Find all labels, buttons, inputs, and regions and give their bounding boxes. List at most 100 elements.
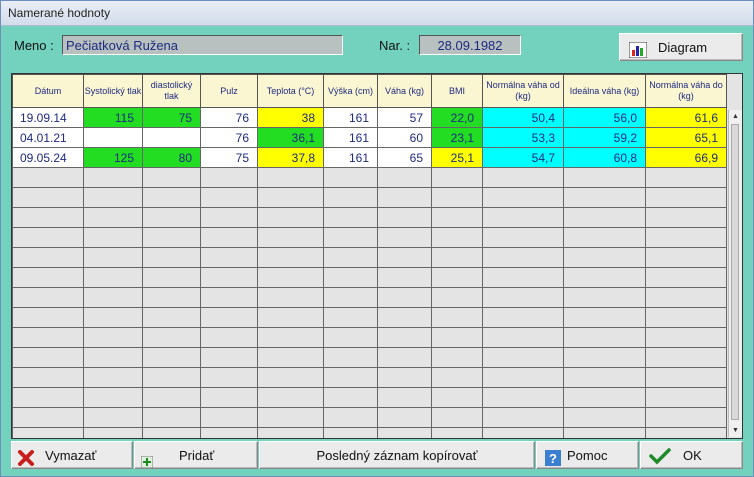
table-row[interactable]	[12, 387, 727, 408]
table-cell[interactable]	[377, 287, 432, 308]
table-cell[interactable]	[377, 307, 432, 328]
table-cell[interactable]	[377, 207, 432, 228]
table-cell[interactable]	[12, 407, 84, 428]
table-cell[interactable]	[645, 327, 727, 348]
table-cell[interactable]: 65,1	[645, 127, 727, 148]
ok-button[interactable]: OK	[640, 441, 743, 469]
table-cell[interactable]: 76	[200, 107, 258, 128]
table-cell[interactable]	[645, 427, 727, 438]
table-cell[interactable]	[83, 307, 143, 328]
table-cell[interactable]: 19.09.14	[12, 107, 84, 128]
table-cell[interactable]	[645, 347, 727, 368]
table-row[interactable]: 04.01.21 76 36,1 161 60 23,1 53,3 59,2 65,1	[12, 127, 727, 148]
table-cell[interactable]	[200, 247, 258, 268]
table-cell[interactable]	[563, 287, 646, 308]
table-cell[interactable]	[645, 387, 727, 408]
table-cell[interactable]: 04.01.21	[12, 127, 84, 148]
table-cell[interactable]	[431, 287, 483, 308]
table-cell[interactable]	[563, 327, 646, 348]
table-cell[interactable]	[83, 227, 143, 248]
table-row[interactable]	[12, 267, 727, 288]
diagram-button[interactable]: Diagram	[619, 33, 743, 61]
table-cell[interactable]	[257, 287, 324, 308]
table-cell[interactable]	[431, 407, 483, 428]
table-cell[interactable]	[142, 187, 201, 208]
table-cell[interactable]	[563, 407, 646, 428]
table-cell[interactable]: 37,8	[257, 147, 324, 168]
table-cell[interactable]	[200, 187, 258, 208]
column-header[interactable]: Systolický tlak	[83, 74, 143, 108]
table-row[interactable]	[12, 327, 727, 348]
column-header[interactable]: Dátum	[12, 74, 84, 108]
measurements-grid[interactable]: Dátum Systolický tlak diastolický tlak Pulz…	[11, 73, 743, 439]
table-cell[interactable]: 59,2	[563, 127, 646, 148]
table-cell[interactable]	[377, 327, 432, 348]
table-cell[interactable]	[12, 267, 84, 288]
table-cell[interactable]	[257, 207, 324, 228]
table-cell[interactable]	[563, 427, 646, 438]
table-cell[interactable]	[323, 307, 378, 328]
table-cell[interactable]	[563, 247, 646, 268]
table-cell[interactable]	[323, 287, 378, 308]
table-cell[interactable]	[12, 167, 84, 188]
table-cell[interactable]	[12, 347, 84, 368]
table-cell[interactable]	[83, 247, 143, 268]
table-cell[interactable]: 50,4	[482, 107, 564, 128]
table-cell[interactable]	[431, 267, 483, 288]
table-cell[interactable]	[257, 267, 324, 288]
table-cell[interactable]	[83, 367, 143, 388]
table-cell[interactable]: 60	[377, 127, 432, 148]
table-cell[interactable]	[200, 307, 258, 328]
table-cell[interactable]: 53,3	[482, 127, 564, 148]
table-cell[interactable]: 115	[83, 107, 143, 128]
table-cell[interactable]	[142, 387, 201, 408]
table-cell[interactable]	[645, 227, 727, 248]
table-cell[interactable]	[323, 387, 378, 408]
table-cell[interactable]	[142, 287, 201, 308]
scroll-down-arrow-icon[interactable]: ▼	[730, 425, 741, 436]
column-header[interactable]: Ideálna váha (kg)	[563, 74, 646, 108]
table-cell[interactable]	[482, 247, 564, 268]
table-cell[interactable]	[323, 267, 378, 288]
table-cell[interactable]	[12, 307, 84, 328]
table-cell[interactable]: 61,6	[645, 107, 727, 128]
table-cell[interactable]	[83, 347, 143, 368]
table-cell[interactable]	[83, 407, 143, 428]
table-cell[interactable]	[257, 167, 324, 188]
table-cell[interactable]	[323, 227, 378, 248]
table-cell[interactable]	[200, 367, 258, 388]
table-cell[interactable]	[83, 187, 143, 208]
table-cell[interactable]	[377, 227, 432, 248]
table-row[interactable]	[12, 367, 727, 388]
column-header[interactable]: Teplota (°C)	[257, 74, 324, 108]
table-cell[interactable]	[482, 227, 564, 248]
table-cell[interactable]	[377, 427, 432, 438]
table-cell[interactable]	[482, 167, 564, 188]
table-cell[interactable]: 09.05.24	[12, 147, 84, 168]
table-cell[interactable]	[200, 227, 258, 248]
table-cell[interactable]	[200, 287, 258, 308]
table-cell[interactable]	[200, 427, 258, 438]
table-cell[interactable]	[257, 367, 324, 388]
table-cell[interactable]	[323, 207, 378, 228]
table-cell[interactable]	[142, 347, 201, 368]
table-cell[interactable]	[323, 167, 378, 188]
table-cell[interactable]	[377, 247, 432, 268]
table-cell[interactable]	[83, 287, 143, 308]
delete-button[interactable]: Vymazať	[11, 441, 133, 469]
table-cell[interactable]	[563, 307, 646, 328]
table-cell[interactable]: 161	[323, 127, 378, 148]
table-cell[interactable]	[257, 387, 324, 408]
table-cell[interactable]: 161	[323, 147, 378, 168]
table-row[interactable]	[12, 207, 727, 228]
column-header[interactable]: Normálna váha od (kg)	[482, 74, 564, 108]
table-cell[interactable]	[83, 267, 143, 288]
table-cell[interactable]	[377, 387, 432, 408]
table-cell[interactable]	[482, 367, 564, 388]
table-cell[interactable]	[142, 127, 201, 148]
table-cell[interactable]: 80	[142, 147, 201, 168]
table-cell[interactable]	[645, 307, 727, 328]
table-cell[interactable]	[645, 367, 727, 388]
table-cell[interactable]	[645, 407, 727, 428]
table-cell[interactable]	[323, 367, 378, 388]
